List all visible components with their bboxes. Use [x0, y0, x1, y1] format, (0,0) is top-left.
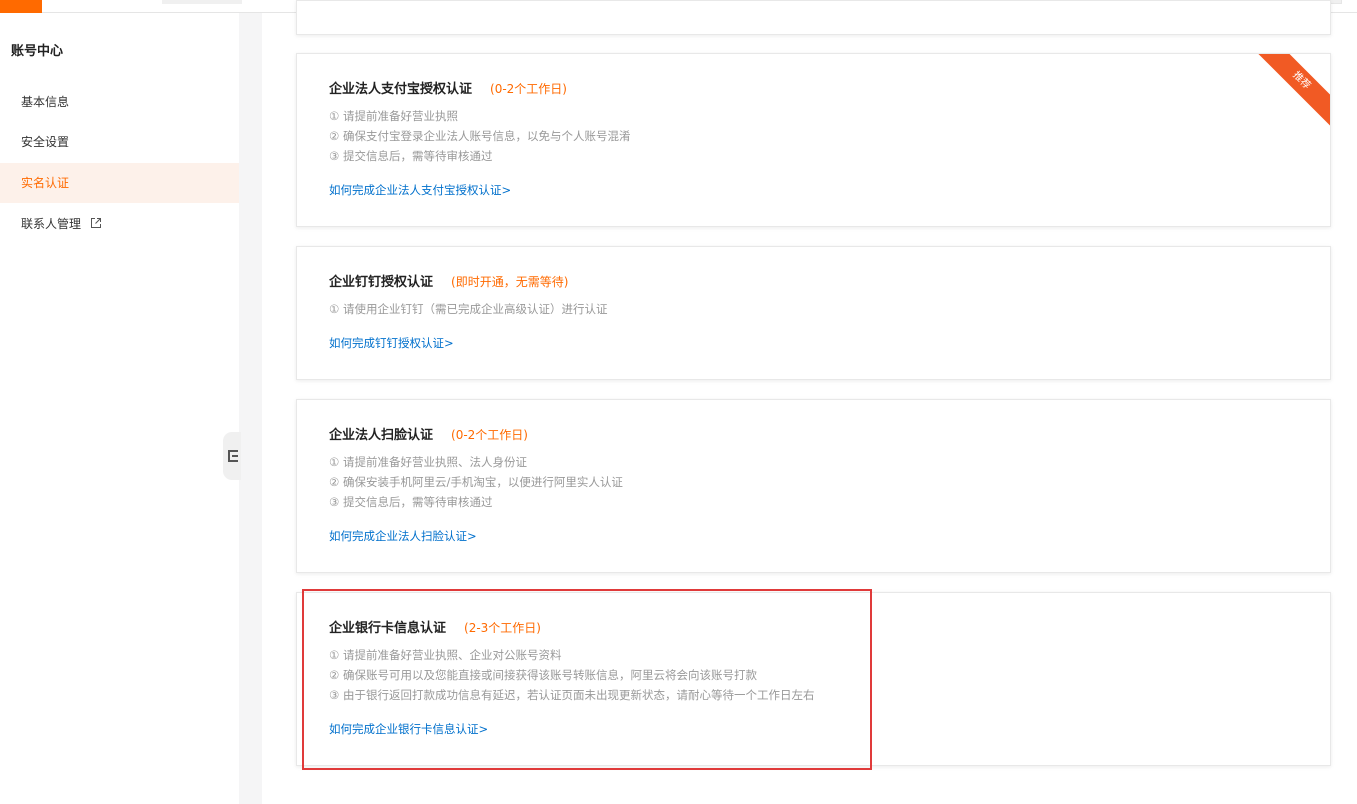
- sidebar-item-label: 基本信息: [21, 95, 70, 109]
- card-title: 企业钉钉授权认证: [329, 275, 434, 290]
- sidebar-item-label: 联系人管理: [21, 217, 82, 231]
- card-help-link[interactable]: 如何完成企业法人扫脸认证>: [329, 528, 477, 544]
- collapse-icon: [228, 450, 238, 462]
- sidebar-item-real-name[interactable]: 实名认证: [0, 163, 239, 203]
- recommend-ribbon: 推荐: [1252, 54, 1330, 132]
- card-step: ③ 提交信息后，需等待审核通过: [329, 149, 493, 163]
- card-duration-note: (0-2个工作日): [451, 428, 528, 442]
- sidebar-item-basic-info[interactable]: 基本信息: [0, 82, 239, 122]
- recommend-badge: 推荐: [1254, 54, 1330, 128]
- sidebar-item-label: 安全设置: [21, 135, 70, 149]
- card-step: ③ 提交信息后，需等待审核通过: [329, 495, 493, 509]
- card-help-link[interactable]: 如何完成钉钉授权认证>: [329, 335, 454, 351]
- card-step: ① 请使用企业钉钉（需已完成企业高级认证）进行认证: [329, 302, 608, 316]
- auth-card-previous: [296, 0, 1331, 35]
- sidebar-title: 账号中心: [11, 44, 64, 59]
- card-steps: ① 请提前准备好营业执照 ② 确保支付宝登录企业法人账号信息，以免与个人账号混淆…: [329, 106, 630, 166]
- card-step: ① 请提前准备好营业执照、法人身份证: [329, 455, 527, 469]
- sidebar: 账号中心 基本信息 安全设置 实名认证 联系人管理: [0, 13, 239, 804]
- sidebar-item-security[interactable]: 安全设置: [0, 122, 239, 162]
- sidebar-item-contacts[interactable]: 联系人管理: [0, 204, 239, 244]
- card-steps: ① 请提前准备好营业执照、法人身份证 ② 确保安装手机阿里云/手机淘宝，以便进行…: [329, 452, 623, 512]
- card-duration-note: (0-2个工作日): [490, 82, 567, 96]
- card-help-link[interactable]: 如何完成企业法人支付宝授权认证>: [329, 182, 511, 198]
- card-duration-note: (即时开通，无需等待): [451, 275, 569, 289]
- brand-logo[interactable]: [0, 0, 42, 13]
- sidebar-item-label: 实名认证: [21, 176, 70, 190]
- card-step: ② 确保支付宝登录企业法人账号信息，以免与个人账号混淆: [329, 129, 631, 143]
- sidebar-collapse-toggle[interactable]: [223, 432, 241, 480]
- card-step: ① 请提前准备好营业执照: [329, 109, 458, 123]
- card-steps: ① 请使用企业钉钉（需已完成企业高级认证）进行认证: [329, 299, 607, 319]
- auth-card-dingtalk[interactable]: 企业钉钉授权认证 (即时开通，无需等待) ① 请使用企业钉钉（需已完成企业高级认证…: [296, 246, 1331, 380]
- top-nav-item[interactable]: [162, 0, 242, 4]
- card-title: 企业法人支付宝授权认证: [329, 82, 473, 97]
- auth-card-face-scan[interactable]: 企业法人扫脸认证 (0-2个工作日) ① 请提前准备好营业执照、法人身份证 ② 确…: [296, 399, 1331, 573]
- highlight-annotation: [302, 589, 872, 770]
- card-step: ② 确保安装手机阿里云/手机淘宝，以便进行阿里实人认证: [329, 475, 623, 489]
- external-link-icon: [90, 218, 101, 228]
- auth-card-alipay[interactable]: 企业法人支付宝授权认证 (0-2个工作日) ① 请提前准备好营业执照 ② 确保支付…: [296, 53, 1331, 227]
- card-title: 企业法人扫脸认证: [329, 428, 434, 443]
